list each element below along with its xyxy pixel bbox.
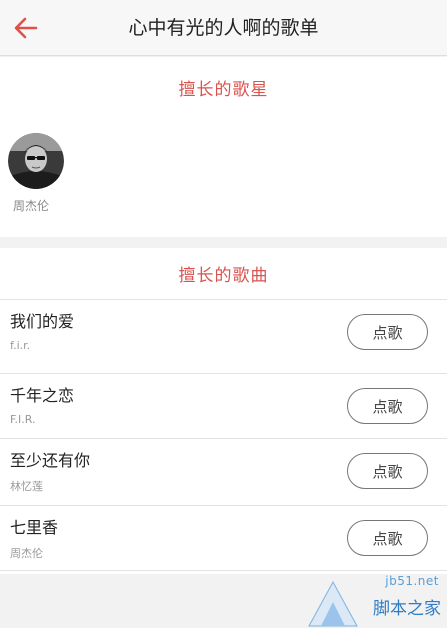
- song-artist: f.i.r.: [10, 339, 31, 352]
- song-row: 千年之恋 F.I.R. 点歌: [0, 373, 447, 439]
- song-title: 七里香: [10, 518, 59, 537]
- page-title: 心中有光的人啊的歌单: [128, 17, 319, 39]
- song-row: 至少还有你 林忆莲 点歌: [0, 438, 447, 504]
- watermark-logo-icon: [308, 580, 358, 627]
- singer-name: 周杰伦: [13, 199, 50, 213]
- app-screen: 心中有光的人啊的歌单 擅长的歌星 周杰伦 擅长的歌曲 我们的爱 f.i.r. 点…: [0, 0, 447, 628]
- favorite-singers-section: 擅长的歌星 周杰伦: [0, 57, 447, 237]
- request-song-button[interactable]: 点歌: [347, 388, 428, 424]
- song-row: 我们的爱 f.i.r. 点歌: [0, 299, 447, 365]
- song-artist: 周杰伦: [10, 547, 43, 560]
- watermark: jb51.net 脚本之家: [307, 572, 447, 628]
- song-artist: 林忆莲: [10, 480, 43, 493]
- song-row: 七里香 周杰伦 点歌: [0, 505, 447, 571]
- section-title-songs: 擅长的歌曲: [178, 266, 269, 286]
- request-song-button[interactable]: 点歌: [347, 453, 428, 489]
- watermark-site: jb51.net: [385, 574, 439, 588]
- favorite-songs-section: 擅长的歌曲 我们的爱 f.i.r. 点歌 千年之恋 F.I.R. 点歌 至少还有…: [0, 248, 447, 574]
- song-title: 千年之恋: [10, 386, 75, 405]
- singer-avatar-photo: [8, 133, 64, 189]
- watermark-name: 脚本之家: [373, 599, 441, 619]
- back-button[interactable]: [10, 12, 42, 44]
- request-song-button[interactable]: 点歌: [347, 520, 428, 556]
- section-title-singers: 擅长的歌星: [178, 80, 269, 100]
- song-artist: F.I.R.: [10, 413, 36, 426]
- song-title: 至少还有你: [10, 451, 91, 470]
- singer-item[interactable]: 周杰伦: [8, 133, 68, 213]
- song-title: 我们的爱: [10, 312, 75, 331]
- top-bar: 心中有光的人啊的歌单: [0, 0, 447, 56]
- request-song-button[interactable]: 点歌: [347, 314, 428, 350]
- arrow-left-icon: [14, 17, 38, 39]
